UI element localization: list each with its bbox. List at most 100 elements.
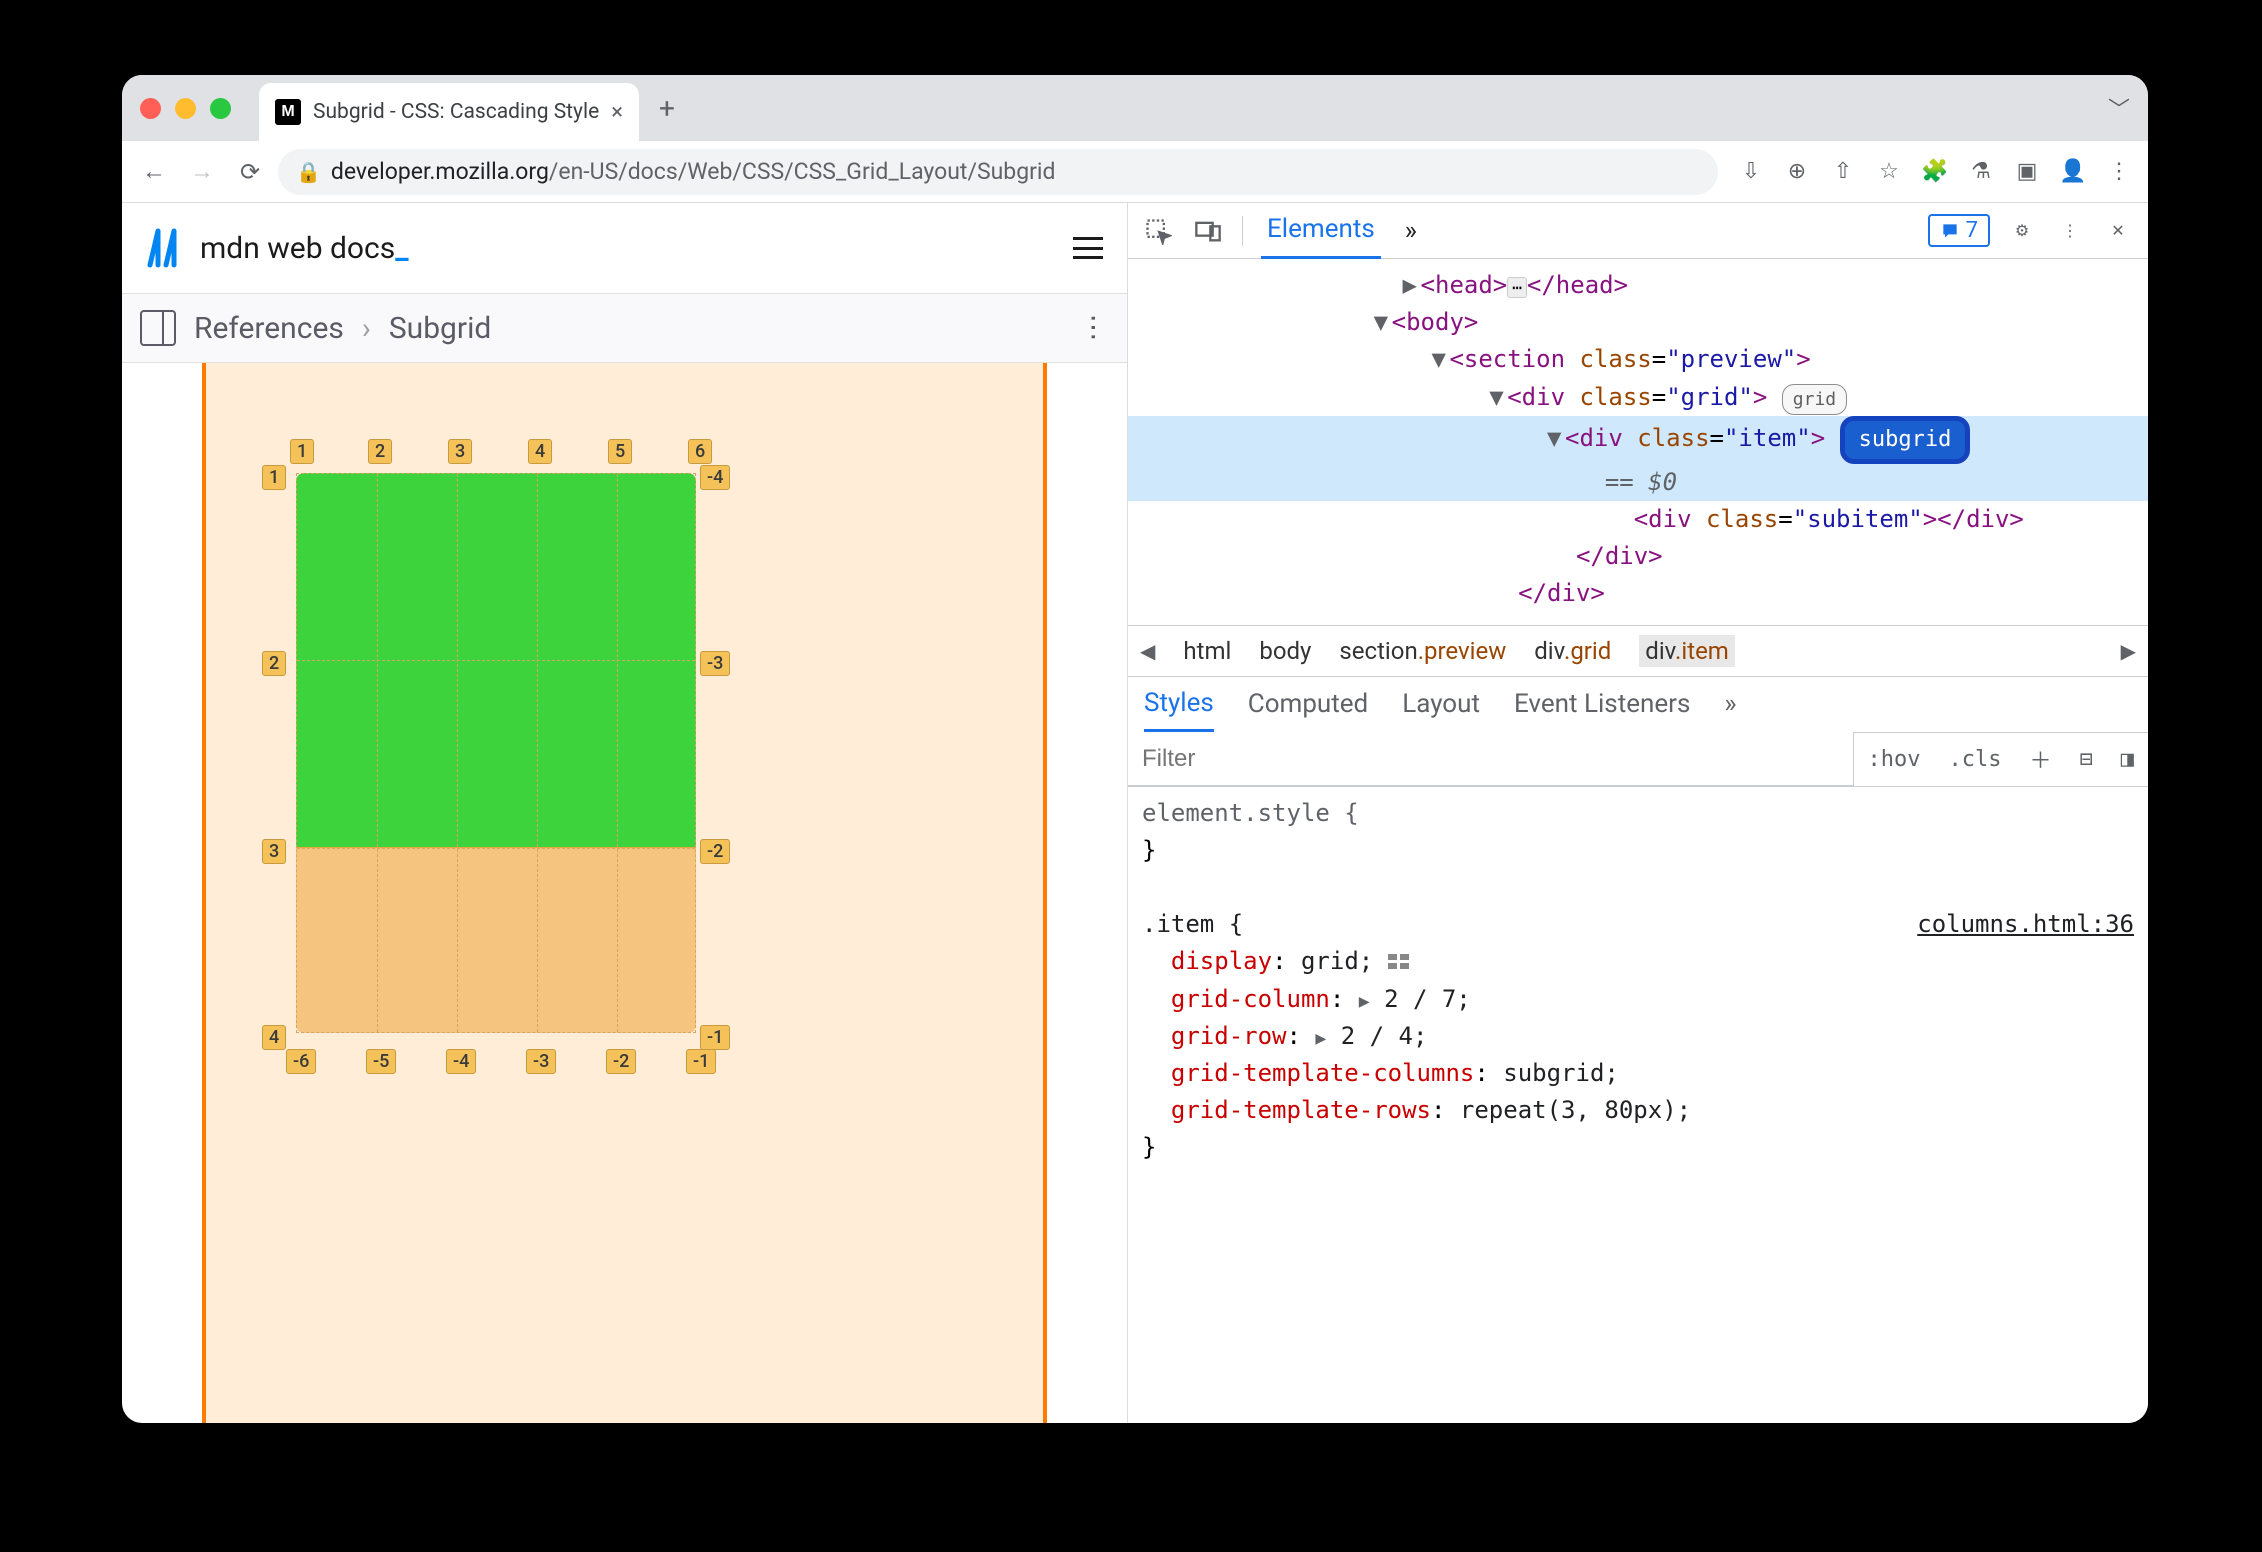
- grid-line-label: 1: [290, 439, 314, 464]
- grid-line-label: -4: [700, 465, 730, 490]
- profile-icon[interactable]: 👤: [2056, 155, 2090, 189]
- breadcrumb-root[interactable]: References: [194, 311, 344, 346]
- chevron-right-icon[interactable]: ▶: [2121, 639, 2136, 663]
- tabs-overflow-icon[interactable]: »: [1724, 689, 1736, 719]
- example-preview: 1 2 3 4 5 6 1 2 3 4 -4 -3 -2: [122, 363, 1127, 1423]
- labs-icon[interactable]: ⚗: [1964, 155, 1998, 189]
- grid-line-label: 2: [262, 651, 286, 676]
- grid-line-label: -2: [606, 1049, 636, 1074]
- grid-line-label: 6: [688, 439, 712, 464]
- breadcrumb: References › Subgrid: [194, 311, 491, 346]
- share-icon[interactable]: ⇧: [1826, 155, 1860, 189]
- minimize-window-button[interactable]: [175, 98, 196, 119]
- tabs-dropdown-icon[interactable]: ﹀: [2108, 92, 2130, 124]
- dom-breadcrumb[interactable]: ◀ html body section.preview div.grid div…: [1128, 625, 2148, 677]
- browser-window: M Subgrid - CSS: Cascading Style × + ﹀ ←…: [122, 75, 2148, 1423]
- breadcrumb-current: Subgrid: [389, 311, 491, 346]
- subgrid-badge[interactable]: subgrid: [1840, 416, 1971, 464]
- grid-badge[interactable]: grid: [1782, 384, 1847, 416]
- settings-icon[interactable]: ⚙: [2006, 215, 2038, 247]
- reload-button[interactable]: ⟳: [230, 152, 270, 192]
- selected-dom-node[interactable]: ▼<div class="item"> subgrid: [1128, 416, 2148, 464]
- grid-line-label: 4: [262, 1025, 286, 1050]
- toolbar-icons: ⇩ ⊕ ⇧ ☆ 🧩 ⚗ ▣ 👤 ⋮: [1734, 155, 2136, 189]
- hov-toggle[interactable]: :hov: [1854, 747, 1935, 772]
- devtools-panel: Elements » 7 ⚙ ⋮ ✕ ▶<head>⋯</head>: [1128, 203, 2148, 1423]
- chevron-left-icon[interactable]: ◀: [1140, 639, 1155, 663]
- maximize-window-button[interactable]: [210, 98, 231, 119]
- mdn-header: mdn web docs_: [122, 203, 1127, 293]
- address-bar: ← → ⟳ 🔒 developer.mozilla.org/en-US/docs…: [122, 141, 2148, 203]
- tab-layout[interactable]: Layout: [1402, 689, 1480, 719]
- grid-overlay: 1 2 3 4 5 6 1 2 3 4 -4 -3 -2: [296, 473, 696, 1033]
- inspect-icon[interactable]: [1142, 215, 1174, 247]
- tabs-overflow-icon[interactable]: »: [1399, 203, 1423, 259]
- tab-title: Subgrid - CSS: Cascading Style: [313, 100, 599, 124]
- devtools-toolbar: Elements » 7 ⚙ ⋮ ✕: [1128, 203, 2148, 259]
- menu-icon[interactable]: [1073, 237, 1103, 259]
- path-item[interactable]: body: [1259, 637, 1311, 665]
- styles-tabs: Styles Computed Layout Event Listeners »: [1128, 677, 2148, 733]
- cls-toggle[interactable]: .cls: [1935, 747, 2016, 772]
- new-tab-button[interactable]: +: [659, 92, 675, 125]
- zoom-icon[interactable]: ⊕: [1780, 155, 1814, 189]
- tab-styles[interactable]: Styles: [1144, 676, 1214, 732]
- sidebar-toggle-icon[interactable]: [140, 310, 176, 346]
- mdn-logo[interactable]: mdn web docs_: [146, 227, 409, 269]
- grid-line-label: 3: [448, 439, 472, 464]
- url-text: developer.mozilla.org/en-US/docs/Web/CSS…: [331, 158, 1056, 185]
- grid-line-label: -1: [700, 1025, 730, 1050]
- chevron-right-icon: ›: [362, 311, 371, 346]
- device-toggle-icon[interactable]: [1192, 215, 1224, 247]
- grid-line-label: 5: [608, 439, 632, 464]
- breadcrumb-bar: References › Subgrid ⋯: [122, 293, 1127, 363]
- grid-line-label: -6: [286, 1049, 316, 1074]
- omnibox[interactable]: 🔒 developer.mozilla.org/en-US/docs/Web/C…: [278, 149, 1718, 195]
- styles-rules[interactable]: element.style { } columns.html:36.item {…: [1128, 787, 2148, 1175]
- install-icon[interactable]: ⇩: [1734, 155, 1768, 189]
- path-item[interactable]: html: [1183, 637, 1231, 665]
- devtools-menu-icon[interactable]: ⋮: [2054, 215, 2086, 247]
- close-window-button[interactable]: [140, 98, 161, 119]
- styles-filter-row: :hov .cls ＋ ⊟ ◨: [1128, 733, 2148, 787]
- grid-line-label: -2: [700, 839, 730, 864]
- path-item[interactable]: section.preview: [1339, 637, 1506, 665]
- page-actions-icon[interactable]: ⋯: [1078, 313, 1111, 343]
- devtools-close-icon[interactable]: ✕: [2102, 215, 2134, 247]
- source-link[interactable]: columns.html:36: [1917, 906, 2134, 943]
- grid-line-label: 2: [368, 439, 392, 464]
- extensions-icon[interactable]: 🧩: [1918, 155, 1952, 189]
- grid-line-label: -4: [446, 1049, 476, 1074]
- grid-line-label: 3: [262, 839, 286, 864]
- browser-tab[interactable]: M Subgrid - CSS: Cascading Style ×: [259, 83, 639, 141]
- grid-line-label: -1: [686, 1049, 716, 1074]
- grid-icon[interactable]: [1388, 954, 1410, 970]
- window-controls: [140, 98, 231, 119]
- mdn-logo-text: mdn web docs_: [200, 231, 409, 266]
- grid-line-label: -3: [526, 1049, 556, 1074]
- sidebar-toggle-icon[interactable]: ◨: [2107, 747, 2148, 772]
- issues-badge[interactable]: 7: [1928, 214, 1990, 247]
- lock-icon: 🔒: [296, 160, 321, 184]
- grid-line-label: -3: [700, 651, 730, 676]
- grid-line-label: 4: [528, 439, 552, 464]
- new-rule-icon[interactable]: ＋: [2015, 743, 2065, 775]
- tab-elements[interactable]: Elements: [1261, 203, 1381, 259]
- tab-close-icon[interactable]: ×: [611, 100, 623, 125]
- dom-tree[interactable]: ▶<head>⋯</head> ▼<body> ▼<section class=…: [1128, 259, 2148, 625]
- path-item-selected[interactable]: div.item: [1639, 635, 1735, 667]
- path-item[interactable]: div.grid: [1534, 637, 1611, 665]
- tab-favicon: M: [275, 99, 301, 125]
- bookmark-icon[interactable]: ☆: [1872, 155, 1906, 189]
- sidepanel-icon[interactable]: ▣: [2010, 155, 2044, 189]
- back-button[interactable]: ←: [134, 152, 174, 192]
- styles-filter-input[interactable]: [1128, 732, 1854, 786]
- grid-line-label: 1: [262, 465, 286, 490]
- page-content: mdn web docs_ References › Subgrid ⋯: [122, 203, 1128, 1423]
- tab-computed[interactable]: Computed: [1248, 689, 1368, 719]
- computed-toggle-icon[interactable]: ⊟: [2066, 747, 2107, 772]
- tab-event-listeners[interactable]: Event Listeners: [1514, 689, 1690, 719]
- chrome-menu-icon[interactable]: ⋮: [2102, 155, 2136, 189]
- forward-button[interactable]: →: [182, 152, 222, 192]
- grid-line-label: -5: [366, 1049, 396, 1074]
